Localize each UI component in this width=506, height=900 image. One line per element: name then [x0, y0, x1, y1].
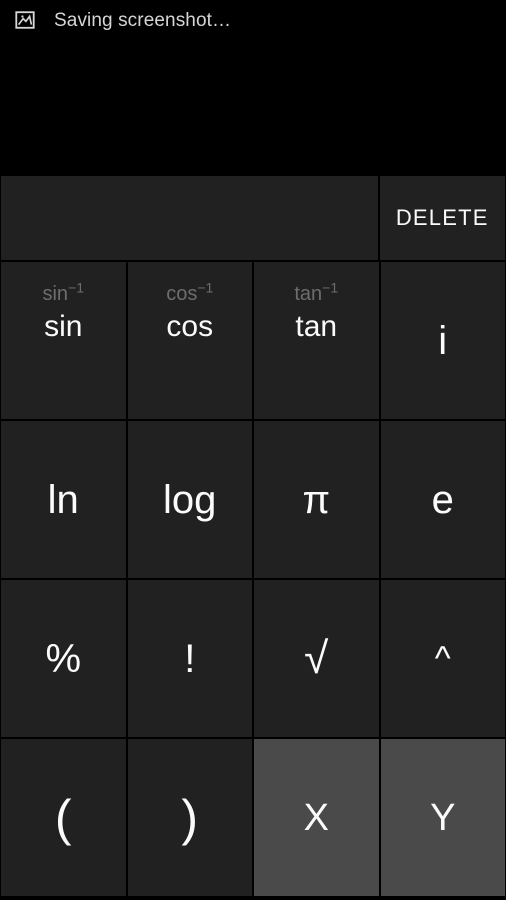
power-button-label: ^	[434, 639, 451, 678]
cos-button[interactable]: cos−1 cos	[126, 261, 253, 420]
factorial-button[interactable]: !	[126, 579, 253, 738]
sin-button[interactable]: sin−1 sin	[0, 261, 127, 420]
display-area[interactable]	[0, 175, 379, 261]
cos-inverse-exponent: −1	[197, 279, 214, 296]
close-paren-button-label: )	[181, 789, 199, 846]
percent-button[interactable]: %	[0, 579, 127, 738]
cos-button-label: cos	[166, 310, 214, 343]
sin-inverse-exponent: −1	[68, 279, 85, 296]
operators-row: %! √ ^	[0, 579, 506, 738]
variable-y-button-label: Y	[430, 796, 456, 839]
log-button-label: log	[163, 477, 217, 522]
pi-button-label: π	[302, 477, 331, 522]
sqrt-button-label: √	[304, 633, 329, 683]
log-constants-row: ln log π e	[0, 420, 506, 579]
delete-button[interactable]: DELETE	[378, 175, 506, 261]
imaginary-unit-button-label: i	[438, 318, 448, 363]
image-icon	[15, 11, 35, 29]
status-notification-text: Saving screenshot…	[54, 9, 232, 31]
delete-button-label: DELETE	[395, 205, 489, 230]
tan-button-label: tan	[295, 310, 338, 343]
trig-row: sin−1 sin cos−1 cos tan−1 tan i	[0, 261, 506, 420]
open-paren-button-label: (	[54, 789, 72, 846]
display-row: DELETE	[0, 175, 506, 261]
tan-inverse-exponent: −1	[322, 279, 339, 296]
open-paren-button[interactable]: (	[0, 738, 127, 897]
variable-y-button[interactable]: Y	[379, 738, 506, 897]
e-button-label: e	[431, 477, 454, 522]
variable-x-button-label: X	[303, 796, 329, 839]
ln-button[interactable]: ln	[0, 420, 127, 579]
ln-button-label: ln	[47, 477, 79, 522]
e-button[interactable]: e	[379, 420, 506, 579]
sqrt-button[interactable]: √	[253, 579, 380, 738]
percent-button-label: %	[45, 636, 82, 681]
sin-button-label: sin	[44, 310, 83, 343]
sin-inverse-label: sin−1	[42, 279, 85, 305]
pi-button[interactable]: π	[253, 420, 380, 579]
empty-screen-area	[0, 40, 506, 175]
power-button[interactable]: ^	[379, 579, 506, 738]
tan-button[interactable]: tan−1 tan	[253, 261, 380, 420]
tan-inverse-label: tan−1	[294, 279, 339, 305]
status-notification-bar[interactable]: Saving screenshot…	[0, 0, 506, 40]
log-button[interactable]: log	[126, 420, 253, 579]
factorial-button-label: !	[184, 636, 196, 681]
close-paren-button[interactable]: )	[126, 738, 253, 897]
calculator-keypad: DELETE sin−1 sin cos−1 cos tan−1 tan i ln log π e%!…	[0, 175, 506, 900]
parens-variables-row: () X Y	[0, 738, 506, 897]
cos-inverse-label: cos−1	[166, 279, 214, 305]
variable-x-button[interactable]: X	[253, 738, 380, 897]
imaginary-unit-button[interactable]: i	[379, 261, 506, 420]
